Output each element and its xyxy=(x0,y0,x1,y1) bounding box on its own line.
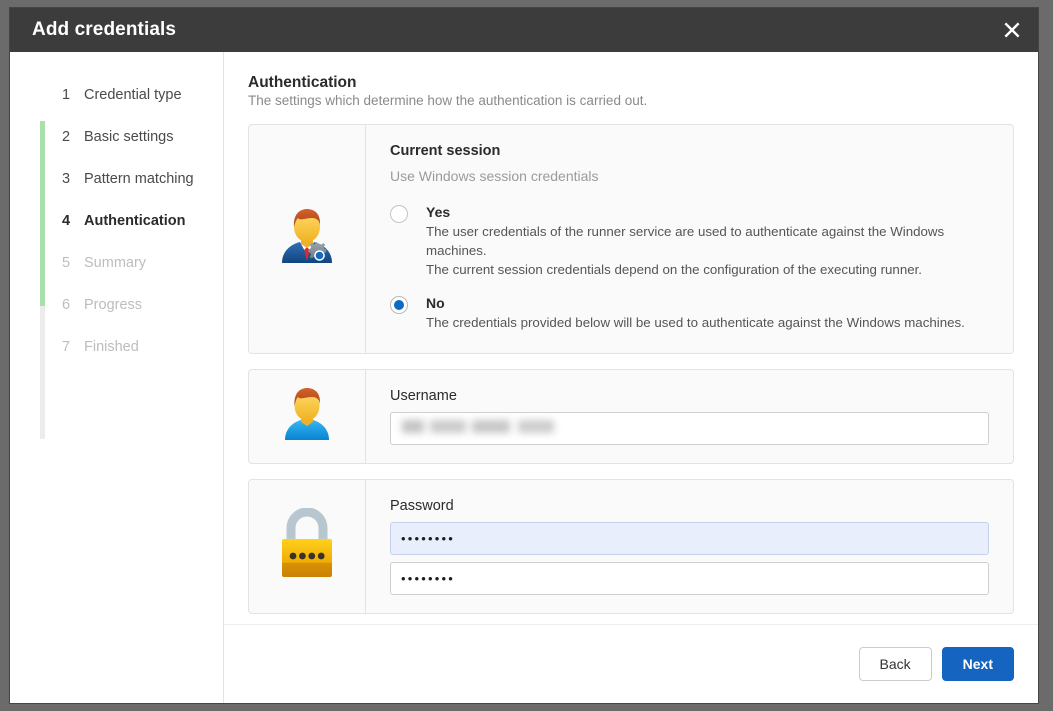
step-number: 6 xyxy=(62,297,84,313)
radio-option-no[interactable]: No The credentials provided below will b… xyxy=(390,295,989,333)
password-confirm-input[interactable] xyxy=(390,562,989,595)
step-label: Pattern matching xyxy=(84,171,194,187)
username-content: Username xyxy=(366,370,1013,463)
user-gear-icon xyxy=(276,205,338,272)
password-content: Password •••••••• •••••••• xyxy=(366,480,1013,613)
radio-yes-desc-line2: The current session credentials depend o… xyxy=(426,261,989,280)
username-input-wrap xyxy=(390,412,989,445)
password-label: Password xyxy=(390,498,989,514)
add-credentials-dialog: Add credentials 1 Credential type 2 Bas xyxy=(10,8,1038,703)
step-number: 5 xyxy=(62,255,84,271)
radio-yes-text: Yes The user credentials of the runner s… xyxy=(426,204,989,280)
current-session-content: Current session Use Windows session cred… xyxy=(366,125,1013,353)
password-input-wrap: •••••••• xyxy=(390,522,989,555)
step-number: 2 xyxy=(62,129,84,145)
padlock-icon xyxy=(275,508,339,585)
step-number: 4 xyxy=(62,213,84,229)
dialog-titlebar: Add credentials xyxy=(10,8,1038,52)
password-confirm-input-wrap: •••••••• xyxy=(390,562,989,595)
step-label: Summary xyxy=(84,255,146,271)
close-button[interactable] xyxy=(986,8,1038,52)
username-label: Username xyxy=(390,388,989,404)
radio-no-desc-line1: The credentials provided below will be u… xyxy=(426,314,965,333)
sidebar-step-pattern-matching[interactable]: 3 Pattern matching xyxy=(10,158,223,200)
password-input[interactable] xyxy=(390,522,989,555)
username-input[interactable] xyxy=(390,412,989,445)
radio-no-text: No The credentials provided below will b… xyxy=(426,295,965,333)
password-icon-cell xyxy=(249,480,366,613)
next-button[interactable]: Next xyxy=(942,647,1014,681)
password-card: Password •••••••• •••••••• xyxy=(248,479,1014,614)
wizard-step-list: 1 Credential type 2 Basic settings 3 Pat… xyxy=(10,74,223,368)
sidebar-step-summary: 5 Summary xyxy=(10,242,223,284)
sidebar-step-finished: 7 Finished xyxy=(10,326,223,368)
wizard-content: Authentication The settings which determ… xyxy=(224,52,1038,703)
radio-no-label: No xyxy=(426,295,965,311)
user-icon xyxy=(282,386,332,447)
step-label: Finished xyxy=(84,339,139,355)
current-session-card: Current session Use Windows session cred… xyxy=(248,124,1014,354)
sidebar-step-credential-type[interactable]: 1 Credential type xyxy=(10,74,223,116)
current-session-subheading: Use Windows session credentials xyxy=(390,168,989,184)
close-icon xyxy=(1002,20,1022,40)
radio-yes-desc-line1: The user credentials of the runner servi… xyxy=(426,223,989,261)
radio-no-indicator[interactable] xyxy=(390,296,408,314)
back-button[interactable]: Back xyxy=(859,647,932,681)
step-number: 1 xyxy=(62,87,84,103)
sidebar-step-authentication[interactable]: 4 Authentication xyxy=(10,200,223,242)
sidebar-step-progress: 6 Progress xyxy=(10,284,223,326)
radio-yes-indicator[interactable] xyxy=(390,205,408,223)
current-session-icon-cell xyxy=(249,125,366,353)
username-icon-cell xyxy=(249,370,366,463)
dialog-body: 1 Credential type 2 Basic settings 3 Pat… xyxy=(10,52,1038,703)
sidebar-step-basic-settings[interactable]: 2 Basic settings xyxy=(10,116,223,158)
page-subtitle: The settings which determine how the aut… xyxy=(248,93,1014,108)
content-scroll-area: Authentication The settings which determ… xyxy=(224,52,1038,624)
username-card: Username xyxy=(248,369,1014,464)
step-number: 7 xyxy=(62,339,84,355)
dialog-title: Add credentials xyxy=(32,19,176,41)
current-session-heading: Current session xyxy=(390,143,989,159)
step-label: Basic settings xyxy=(84,129,173,145)
step-number: 3 xyxy=(62,171,84,187)
radio-option-yes[interactable]: Yes The user credentials of the runner s… xyxy=(390,204,989,280)
page-title: Authentication xyxy=(248,74,1014,92)
step-label: Progress xyxy=(84,297,142,313)
wizard-sidebar: 1 Credential type 2 Basic settings 3 Pat… xyxy=(10,52,224,703)
radio-yes-label: Yes xyxy=(426,204,989,220)
step-label: Credential type xyxy=(84,87,182,103)
step-label: Authentication xyxy=(84,213,186,229)
dialog-footer: Back Next xyxy=(224,624,1038,703)
